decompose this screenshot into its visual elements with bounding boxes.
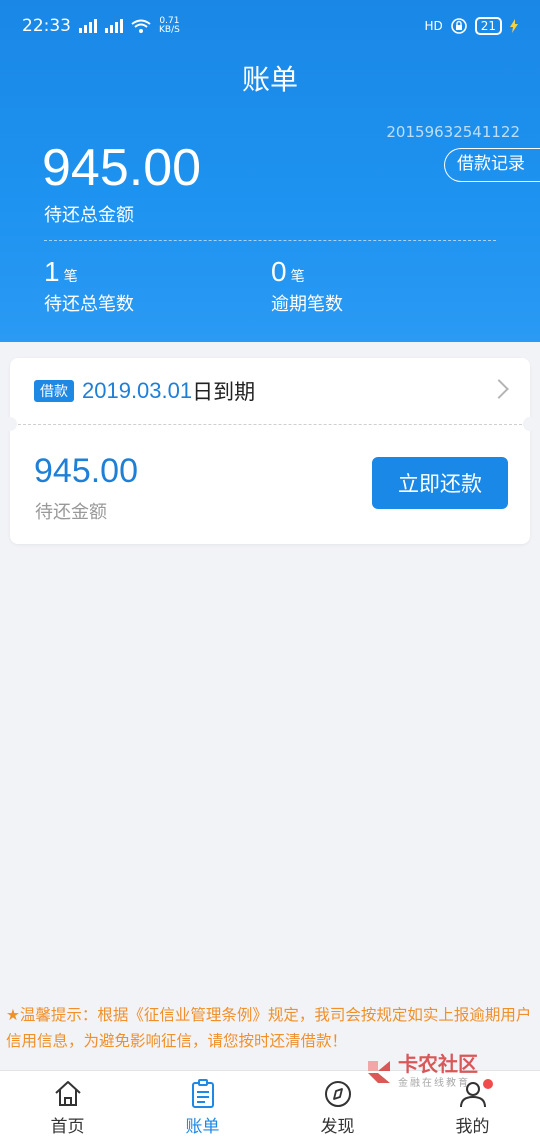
battery-icon: 21 — [474, 17, 502, 35]
signal-icon-2 — [105, 19, 123, 33]
net-speed: 0.71 KB/S — [159, 17, 180, 35]
compass-icon — [324, 1081, 351, 1107]
card-notch-right — [523, 417, 537, 431]
signal-icon — [79, 19, 97, 33]
page-title: 账单 — [241, 63, 298, 96]
hd-label: HD — [424, 19, 443, 33]
lock-rotation-icon — [450, 18, 467, 34]
watermark: 卡农社区 金融在线教育 — [364, 1054, 478, 1089]
card-divider — [18, 424, 522, 425]
status-time: 22:33 — [22, 16, 71, 36]
tab-bill[interactable]: 账单 — [135, 1071, 270, 1140]
wifi-icon — [131, 19, 151, 33]
tab-home-label: 首页 — [50, 1117, 85, 1137]
net-speed-unit: KB/S — [159, 25, 180, 35]
watermark-title: 卡农社区 — [398, 1052, 478, 1076]
bill-amount-label: 待还金额 — [35, 502, 107, 523]
home-icon — [54, 1081, 81, 1106]
overdue-count-label: 逾期笔数 — [271, 294, 343, 315]
tab-discover-label: 发现 — [320, 1117, 355, 1137]
watermark-subtitle: 金融在线教育 — [398, 1078, 470, 1089]
total-amount: 945.00 — [42, 139, 202, 197]
loan-record-button[interactable]: 借款记录 — [444, 148, 540, 182]
bill-icon — [191, 1079, 214, 1108]
pending-count-label: 待还总笔数 — [44, 294, 134, 315]
bill-card-header[interactable]: 借款 2019.03.01 日到期 — [10, 358, 530, 424]
account-number: 20159632541122 — [386, 123, 520, 141]
tab-home[interactable]: 首页 — [0, 1071, 135, 1140]
overdue-count: 0 — [271, 256, 287, 287]
tab-bill-label: 账单 — [185, 1117, 220, 1137]
due-date: 2019.03.01 — [82, 378, 193, 403]
total-amount-label: 待还总金额 — [44, 205, 134, 226]
overdue-unit: 笔 — [290, 269, 305, 285]
pending-count-stat: 1笔 待还总笔数 — [44, 256, 134, 316]
tab-mine-label: 我的 — [455, 1117, 490, 1137]
bill-amount: 945.00 — [34, 452, 138, 490]
notification-dot — [483, 1079, 493, 1089]
status-bar: 22:33 0.71 KB/S HD 21 — [0, 0, 540, 52]
pending-count: 1 — [44, 256, 60, 287]
overdue-count-stat: 0笔 逾期笔数 — [271, 256, 343, 316]
card-notch-left — [3, 417, 17, 431]
divider — [44, 240, 496, 241]
header-banner: 22:33 0.71 KB/S HD 21 账单 20159632541122 借… — [0, 0, 540, 342]
repay-now-button[interactable]: 立即还款 — [372, 457, 508, 509]
pending-unit: 笔 — [63, 269, 78, 285]
charging-icon — [510, 19, 518, 33]
loan-tag: 借款 — [34, 380, 74, 402]
bill-card: 借款 2019.03.01 日到期 945.00 待还金额 立即还款 — [3, 358, 537, 544]
due-suffix: 日到期 — [192, 380, 256, 404]
watermark-logo-icon — [368, 1060, 390, 1083]
notice-text: ★温馨提示：根据《征信业管理条例》规定，我司会按规定如实上报逾期用户信用信息，为… — [6, 1006, 532, 1050]
